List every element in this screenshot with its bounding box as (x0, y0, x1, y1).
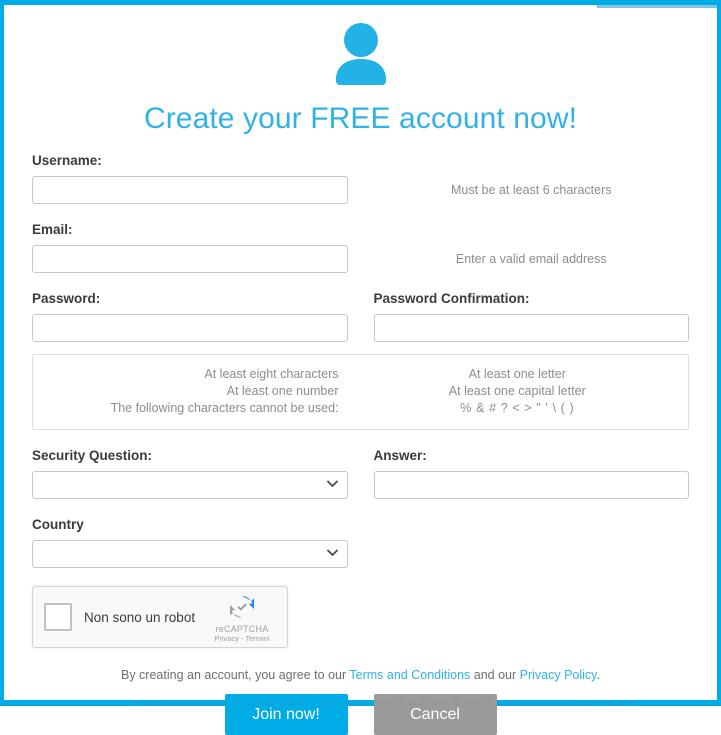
password-confirmation-input[interactable] (373, 314, 689, 342)
country-label: Country (32, 517, 84, 532)
password-rules-left: At least eight characters At least one n… (47, 366, 361, 417)
security-question-select[interactable] (32, 471, 348, 499)
password-input[interactable] (32, 314, 348, 342)
username-hint: Must be at least 6 characters (451, 183, 612, 197)
terms-middle: and our (470, 668, 520, 682)
recaptcha-brand-name: reCAPTCHA (215, 623, 269, 634)
signup-window: Create your FREE account now! Username: … (0, 0, 721, 735)
security-question-row: Security Question: Answer: (32, 448, 689, 499)
join-now-button[interactable]: Join now! (224, 694, 348, 735)
avatar (32, 23, 689, 89)
email-hint: Enter a valid email address (455, 252, 607, 266)
country-row: Country (32, 517, 689, 568)
window-bottom-edge-artifact (134, 702, 634, 705)
password-rule: At least eight characters (204, 367, 339, 381)
recaptcha-widget[interactable]: Non sono un robot reCAPTCHA Privacy - Te… (32, 586, 288, 648)
password-rule: The following characters cannot be used: (110, 401, 339, 415)
recaptcha-checkbox[interactable] (44, 603, 72, 631)
country-select[interactable] (32, 540, 348, 568)
answer-input[interactable] (373, 471, 689, 499)
security-question-label: Security Question: (32, 448, 153, 463)
privacy-policy-link[interactable]: Privacy Policy (520, 668, 597, 682)
terms-and-conditions-link[interactable]: Terms and Conditions (349, 668, 470, 682)
password-label: Password: (32, 291, 101, 306)
email-label: Email: (32, 222, 73, 237)
password-forbidden-characters: % & # ? < > " ' \ ( ) (460, 401, 575, 415)
password-rule: At least one letter (468, 367, 566, 381)
form-actions: Join now! Cancel (32, 694, 689, 735)
page-title: Create your FREE account now! (143, 102, 578, 135)
recaptcha-label: Non sono un robot (84, 609, 196, 625)
email-input[interactable] (32, 245, 348, 273)
terms-notice: By creating an account, you agree to our… (32, 666, 689, 684)
password-rule: At least one capital letter (448, 384, 586, 398)
username-input[interactable] (32, 176, 348, 204)
password-rule: At least one number (226, 384, 339, 398)
email-row: Email: Enter a valid email address (32, 222, 689, 273)
user-avatar-icon (333, 23, 389, 85)
cancel-button[interactable]: Cancel (373, 694, 497, 735)
username-label: Username: (32, 153, 102, 168)
signup-form: Create your FREE account now! Username: … (4, 5, 717, 735)
password-rules-right: At least one letter At least one capital… (361, 366, 675, 417)
username-row: Username: Must be at least 6 characters (32, 153, 689, 204)
recaptcha-branding: reCAPTCHA Privacy - Termini (207, 592, 277, 643)
terms-suffix: . (596, 668, 600, 682)
answer-label: Answer: (373, 448, 427, 463)
terms-prefix: By creating an account, you agree to our (121, 668, 350, 682)
recaptcha-legal-links[interactable]: Privacy - Termini (207, 634, 277, 643)
password-confirmation-label: Password Confirmation: (373, 291, 530, 306)
recaptcha-logo-icon (207, 592, 277, 622)
password-rules-box: At least eight characters At least one n… (32, 354, 689, 430)
password-row: Password: Password Confirmation: (32, 291, 689, 342)
